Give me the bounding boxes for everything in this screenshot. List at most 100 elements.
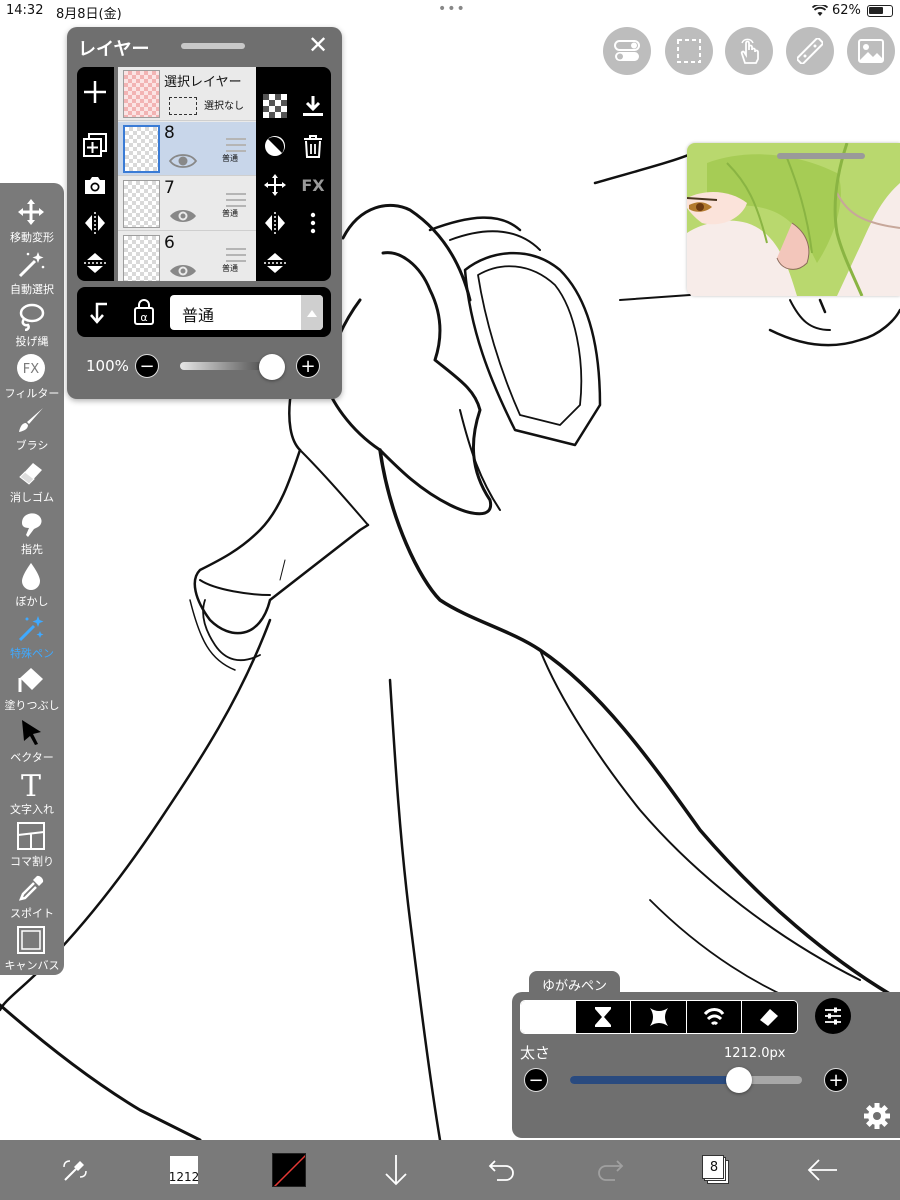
reference-drag-handle[interactable] — [777, 153, 865, 159]
mode-expand-button[interactable] — [631, 1001, 687, 1033]
eye-icon[interactable] — [168, 152, 198, 170]
moon-icon — [544, 1007, 555, 1027]
layer-row[interactable]: 7 普通 — [118, 177, 256, 231]
text-icon: T — [14, 768, 48, 800]
back-button[interactable] — [793, 1140, 853, 1200]
add-layer-icon[interactable] — [80, 77, 110, 107]
size-increase-button[interactable]: + — [824, 1068, 848, 1092]
arrow-left-icon — [807, 1159, 837, 1181]
mode-push-button[interactable] — [521, 1001, 577, 1033]
close-icon[interactable]: ✕ — [306, 33, 330, 58]
layer-panel-title: レイヤー — [78, 39, 150, 60]
mode-pinch-button[interactable] — [576, 1001, 632, 1033]
gear-icon[interactable] — [862, 1101, 892, 1131]
tool-brush[interactable]: ブラシ — [0, 404, 64, 456]
alpha-lock-icon[interactable]: α — [129, 297, 159, 327]
eye-icon[interactable] — [168, 262, 198, 280]
brush-size-knob[interactable] — [726, 1067, 752, 1093]
flip-layer-horizontal-icon[interactable] — [260, 208, 290, 238]
eraser-icon — [760, 1009, 779, 1026]
flip-horizontal-icon[interactable] — [80, 208, 110, 238]
tool-label: 特殊ペン — [10, 647, 54, 660]
tool-lasso[interactable]: 投げ縄 — [0, 300, 64, 352]
reference-image-window[interactable] — [687, 143, 900, 296]
tool-frame-divider[interactable]: コマ割り — [0, 820, 64, 872]
eye-icon[interactable] — [168, 207, 198, 225]
ruler-button[interactable] — [786, 27, 834, 75]
trash-icon[interactable] — [298, 131, 328, 161]
mode-swirl-button[interactable] — [686, 1001, 742, 1033]
move-layer-icon[interactable] — [260, 170, 290, 200]
selection-button[interactable] — [665, 27, 713, 75]
flip-vertical-icon[interactable] — [80, 248, 110, 278]
tool-smudge[interactable]: 指先 — [0, 508, 64, 560]
tool-special-pen[interactable]: 特殊ペン — [0, 612, 64, 664]
tool-label: フィルター — [4, 387, 60, 400]
opacity-slider-knob[interactable] — [259, 354, 285, 380]
flip-layer-vertical-icon[interactable] — [260, 248, 290, 278]
layer-panel-drag-handle[interactable] — [181, 43, 245, 49]
layer-thumbnail — [123, 235, 160, 281]
tool-move-transform[interactable]: 移動変形 — [0, 196, 64, 248]
reference-illustration — [687, 143, 900, 296]
brush-panel: 太さ 1212.0px − + — [512, 992, 900, 1138]
redo-button[interactable] — [580, 1140, 640, 1200]
color-swatch[interactable] — [272, 1153, 306, 1187]
layer-row[interactable]: 8 普通 — [118, 122, 256, 176]
size-decrease-button[interactable]: − — [524, 1068, 548, 1092]
layers-button[interactable]: 8 — [702, 1155, 730, 1185]
tool-label: コマ割り — [10, 855, 54, 868]
drag-handle-icon[interactable] — [226, 138, 246, 156]
svg-text:FX: FX — [301, 176, 325, 195]
duplicate-layer-icon[interactable] — [80, 130, 110, 160]
clipping-arrow-icon[interactable] — [85, 297, 115, 327]
drag-handle-icon[interactable] — [226, 248, 246, 266]
undo-icon — [488, 1160, 514, 1181]
tool-vector[interactable]: ベクター — [0, 716, 64, 768]
tool-blur[interactable]: ぼかし — [0, 560, 64, 612]
tool-label: 塗りつぶし — [4, 699, 60, 712]
drag-handle-icon[interactable] — [226, 193, 246, 211]
brush-mode-selector — [520, 1000, 798, 1034]
magic-wand-icon — [14, 248, 48, 280]
touch-gesture-button[interactable] — [725, 27, 773, 75]
color-swatch-slash — [273, 1154, 305, 1186]
layer-fx-icon[interactable]: FX — [298, 170, 328, 200]
tool-eraser[interactable]: 消しゴム — [0, 456, 64, 508]
transparency-grid-icon[interactable] — [260, 91, 290, 121]
canvas-icon — [14, 924, 48, 956]
tool-filter[interactable]: FX フィルター — [0, 352, 64, 404]
merge-down-icon[interactable] — [298, 91, 328, 121]
quick-menu-button[interactable] — [45, 1140, 105, 1200]
layer-list[interactable]: 選択レイヤー 選択なし 8 普通 7 普通 6 普通 — [118, 67, 256, 281]
layer-name: 6 — [164, 233, 175, 253]
layer-row[interactable]: 6 普通 — [118, 232, 256, 281]
mode-restore-button[interactable] — [741, 1001, 797, 1033]
frame-divider-icon — [14, 820, 48, 852]
brush-size-slider[interactable] — [570, 1076, 802, 1084]
more-options-icon[interactable] — [298, 208, 328, 238]
camera-icon[interactable] — [80, 170, 110, 200]
brush-size-fill — [570, 1076, 739, 1084]
clear-layer-icon[interactable] — [260, 131, 290, 161]
undo-button[interactable] — [472, 1140, 532, 1200]
selection-status: 選択なし — [204, 101, 244, 112]
svg-text:FX: FX — [23, 362, 39, 377]
smudge-icon — [14, 508, 48, 540]
layer-name: 8 — [164, 123, 175, 143]
hourglass-icon — [595, 1007, 612, 1027]
tool-eyedropper[interactable]: スポイト — [0, 872, 64, 924]
toggle-settings-button[interactable] — [603, 27, 651, 75]
reference-image-button[interactable] — [847, 27, 895, 75]
tool-canvas[interactable]: キャンバス — [0, 924, 64, 976]
opacity-increase-button[interactable]: + — [296, 354, 320, 378]
opacity-decrease-button[interactable]: − — [135, 354, 159, 378]
tool-fill[interactable]: 塗りつぶし — [0, 664, 64, 716]
brush-settings-button[interactable] — [815, 998, 851, 1034]
layer-row-selection[interactable]: 選択レイヤー 選択なし — [118, 67, 256, 121]
download-button[interactable] — [366, 1140, 426, 1200]
blend-mode-select[interactable]: 普通 — [170, 295, 323, 330]
tool-text[interactable]: T 文字入れ — [0, 768, 64, 820]
tool-auto-select[interactable]: 自動選択 — [0, 248, 64, 300]
tool-label: キャンバス — [4, 959, 60, 972]
